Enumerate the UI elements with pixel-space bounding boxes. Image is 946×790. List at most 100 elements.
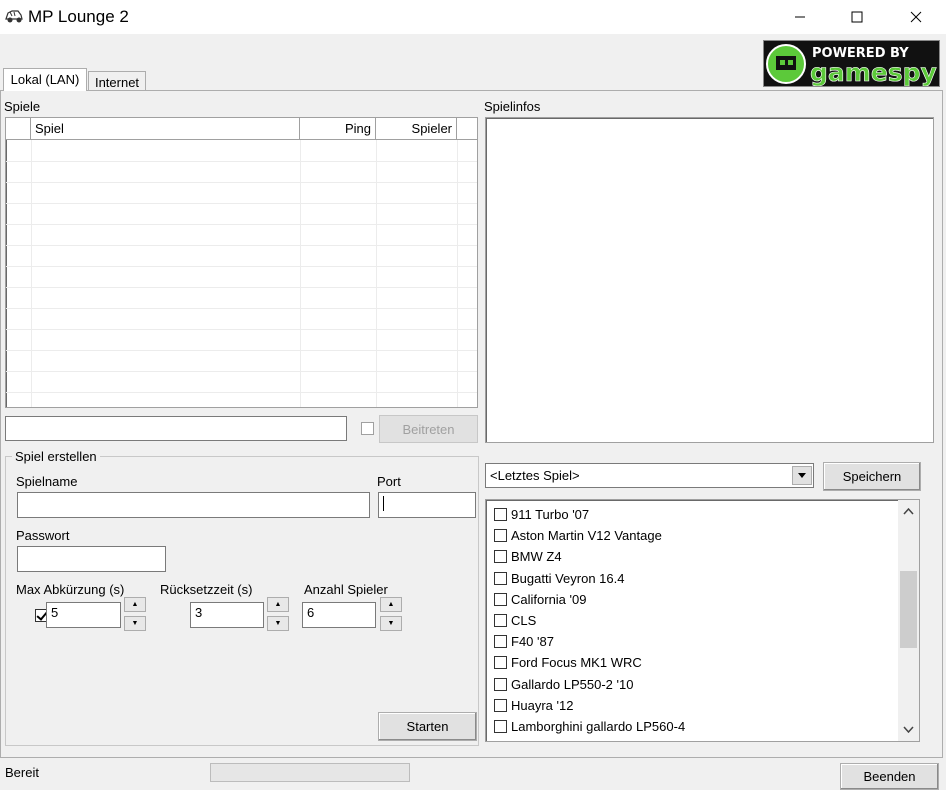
save-button[interactable]: Speichern	[823, 462, 921, 491]
minimize-button[interactable]	[777, 0, 823, 34]
grid-row-line	[6, 161, 477, 162]
reset-time-down-button[interactable]: ▼	[267, 616, 289, 631]
create-group-label: Spiel erstellen	[12, 449, 100, 464]
reset-time-up-button[interactable]: ▲	[267, 597, 289, 612]
car-list-item[interactable]: BMW Z4	[494, 546, 562, 567]
scroll-down-icon[interactable]	[903, 726, 914, 733]
max-shortcut-up-button[interactable]: ▲	[124, 597, 146, 612]
max-shortcut-label: Max Abkürzung (s)	[16, 582, 125, 597]
scroll-up-icon[interactable]	[903, 508, 914, 515]
column-header-index[interactable]	[6, 118, 31, 139]
spielname-input[interactable]	[17, 492, 370, 518]
car-list-item[interactable]: 911 Turbo '07	[494, 504, 589, 525]
car-name: Gallardo LP550-2 '10	[511, 676, 634, 692]
car-list-item[interactable]: Gallardo LP550-2 '10	[494, 674, 633, 695]
grid-row-line	[6, 308, 477, 309]
car-name: Lamborghini gallardo LP560-4	[511, 719, 686, 734]
car-checkbox[interactable]	[494, 698, 507, 712]
app-car-icon	[5, 10, 23, 23]
status-text: Bereit	[5, 765, 39, 780]
grid-column-line	[457, 140, 458, 407]
minimize-icon	[795, 16, 805, 18]
car-checkbox[interactable]	[494, 677, 507, 691]
player-count-label: Anzahl Spieler	[304, 582, 388, 597]
join-button[interactable]: Beitreten	[379, 415, 478, 443]
column-header-spieler[interactable]: Spieler	[376, 118, 457, 139]
car-list-item[interactable]: F40 '87	[494, 631, 554, 652]
car-name: CLS	[511, 613, 537, 628]
passwort-input[interactable]	[17, 546, 166, 572]
car-checkbox[interactable]	[494, 508, 507, 521]
car-list-scrollbar[interactable]	[898, 500, 919, 741]
grid-row-line	[6, 350, 477, 351]
car-list-item[interactable]: CLS	[494, 610, 536, 631]
grid-row-line	[6, 329, 477, 330]
car-checkbox[interactable]	[494, 635, 507, 649]
exit-button[interactable]: Beenden	[840, 763, 939, 790]
car-list-item[interactable]: Bugatti Veyron 16.4	[494, 568, 624, 589]
car-checkbox[interactable]	[494, 529, 507, 543]
player-count-up-button[interactable]: ▲	[380, 597, 402, 612]
car-checkbox[interactable]	[494, 550, 507, 564]
grid-row-line	[6, 224, 477, 225]
logo-line2: gamespy	[810, 58, 937, 86]
preset-select[interactable]: <Letztes Spiel>	[485, 463, 814, 488]
car-list-item[interactable]: Aston Martin V12 Vantage	[494, 525, 662, 546]
spielname-label: Spielname	[16, 474, 78, 489]
close-button[interactable]	[893, 0, 939, 34]
grid-row-line	[6, 392, 477, 393]
gamespy-logo: POWERED BY gamespy	[763, 40, 940, 87]
info-label: Spielinfos	[484, 99, 541, 114]
car-list-item[interactable]: Ford Focus MK1 WRC	[494, 652, 642, 673]
player-count-spinner: ▲ ▼	[380, 597, 402, 631]
grid-row-line	[6, 287, 477, 288]
player-count-input[interactable]: 6	[302, 602, 376, 628]
car-checkbox[interactable]	[494, 614, 507, 627]
join-checkbox[interactable]	[361, 422, 374, 435]
grid-column-line	[376, 140, 377, 407]
column-header-spiel[interactable]: Spiel	[31, 118, 300, 139]
player-count-down-button[interactable]: ▼	[380, 616, 402, 631]
grid-row-line	[6, 203, 477, 204]
port-label: Port	[377, 474, 401, 489]
column-header-ping[interactable]: Ping	[300, 118, 376, 139]
gamespy-logo-graphic: POWERED BY gamespy	[766, 44, 937, 86]
car-list-item[interactable]: Huayra '12	[494, 695, 573, 716]
start-button[interactable]: Starten	[378, 712, 477, 741]
reset-time-label: Rücksetzzeit (s)	[160, 582, 253, 597]
status-bar: Bereit Beenden	[0, 758, 946, 790]
window-title: MP Lounge 2	[28, 7, 129, 26]
grid-row-line	[6, 371, 477, 372]
info-panel	[485, 117, 934, 443]
scrollbar-thumb[interactable]	[900, 571, 917, 648]
car-list-item[interactable]: Lamborghini gallardo LP560-4	[494, 716, 685, 737]
max-shortcut-input[interactable]: 5	[46, 602, 121, 628]
tab-internet[interactable]: Internet	[88, 71, 146, 91]
car-checkbox[interactable]	[494, 571, 507, 585]
car-checkbox[interactable]	[494, 592, 507, 606]
reset-time-spinner: ▲ ▼	[267, 597, 289, 631]
car-list[interactable]: 911 Turbo '07 Aston Martin V12 Vantage BMW…	[485, 499, 920, 742]
games-label: Spiele	[4, 99, 41, 114]
max-shortcut-down-button[interactable]: ▼	[124, 616, 146, 631]
car-name: 911 Turbo '07	[511, 507, 590, 522]
grid-column-line	[31, 140, 32, 407]
car-name: California '09	[511, 591, 587, 607]
port-input[interactable]	[378, 492, 476, 518]
maximize-button[interactable]	[834, 0, 880, 34]
games-list[interactable]: Spiel Ping Spieler	[5, 117, 478, 408]
car-name: Bugatti Veyron 16.4	[511, 570, 625, 586]
maximize-icon	[851, 11, 863, 23]
car-checkbox[interactable]	[494, 656, 507, 670]
max-shortcut-spinner: ▲ ▼	[124, 597, 146, 631]
car-list-item[interactable]: California '09	[494, 589, 586, 610]
join-address-input[interactable]	[5, 416, 347, 441]
car-name: F40 '87	[511, 634, 554, 650]
tab-lokal-lan[interactable]: Lokal (LAN)	[3, 68, 87, 91]
car-name: BMW Z4	[511, 549, 562, 565]
title-bar: MP Lounge 2	[0, 0, 946, 34]
reset-time-input[interactable]: 3	[190, 602, 264, 628]
preset-dropdown-button[interactable]	[792, 466, 812, 485]
car-name: Aston Martin V12 Vantage	[511, 528, 662, 544]
car-checkbox[interactable]	[494, 720, 507, 733]
